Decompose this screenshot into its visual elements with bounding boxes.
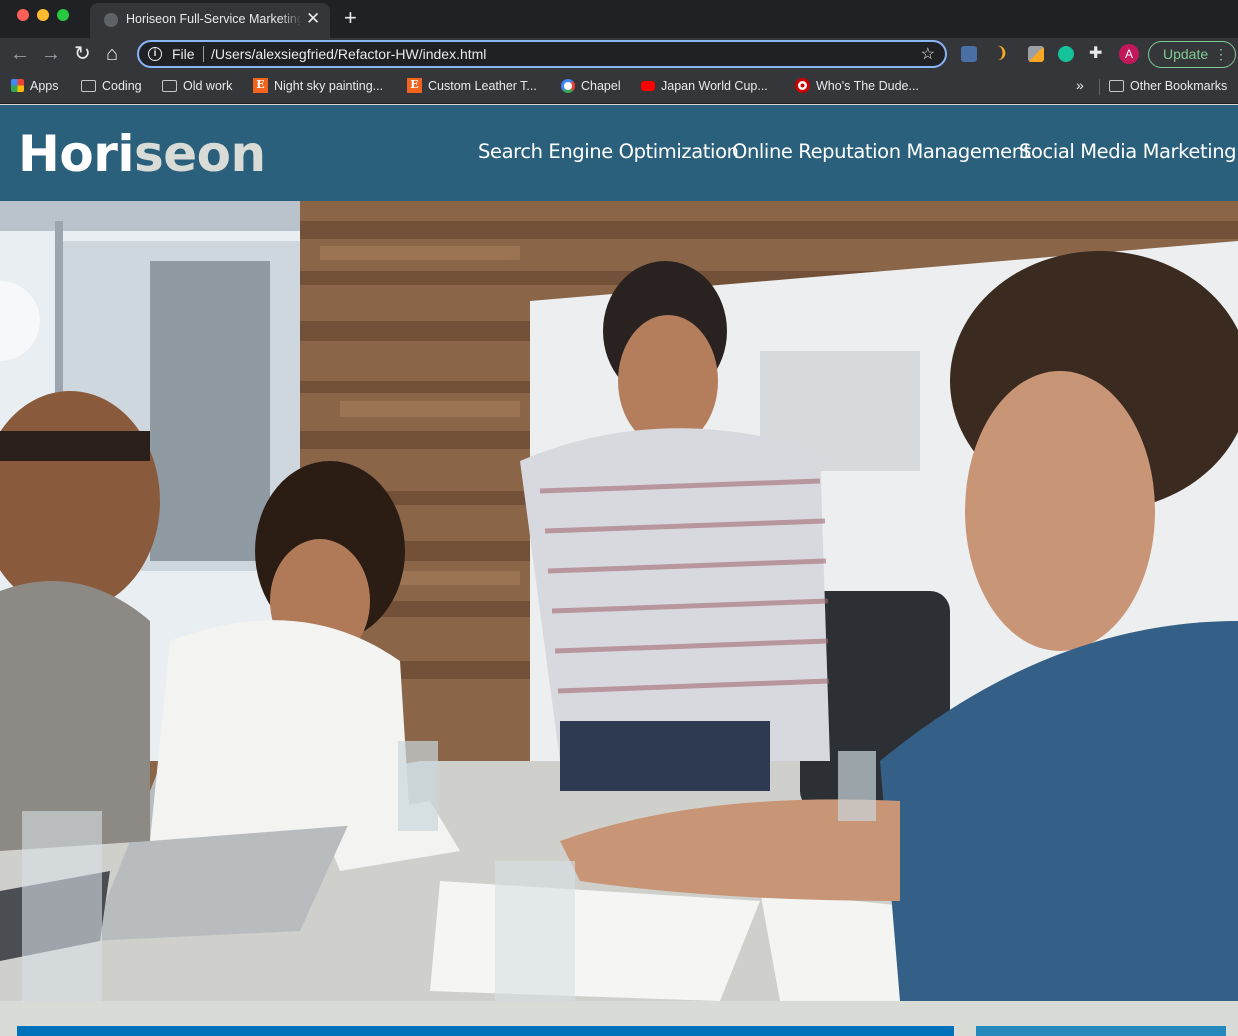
browser-tab-strip: Horiseon Full-Service Marketing ✕ + — [0, 0, 1238, 38]
site-logo[interactable]: Horiseon — [18, 125, 266, 183]
etsy-icon: E — [407, 78, 422, 94]
url-scheme: File — [172, 46, 195, 62]
grammarly-icon[interactable] — [1058, 46, 1074, 62]
nav-link-reputation[interactable]: Online Reputation Management — [732, 140, 1031, 163]
folder-icon — [162, 79, 177, 92]
bookmark-old-work[interactable]: Old work — [162, 78, 232, 96]
url-text[interactable]: /Users/alexsiegfried/Refactor-HW/index.h… — [211, 46, 486, 62]
sidebar-section — [976, 1026, 1226, 1036]
more-bookmarks-icon[interactable]: » — [1076, 77, 1084, 93]
folder-icon — [1109, 79, 1124, 92]
youtube-icon — [641, 80, 655, 91]
info-icon[interactable]: i — [148, 47, 162, 61]
extension-icon[interactable]: ❩ — [995, 46, 1011, 62]
close-window-button[interactable] — [17, 9, 29, 21]
etsy-icon: E — [253, 78, 268, 94]
forward-icon[interactable]: → — [41, 42, 61, 66]
google-icon — [561, 78, 575, 93]
hero-image — [0, 201, 1238, 1001]
nav-link-seo[interactable]: Search Engine Optimization — [478, 140, 739, 163]
bookmark-chapel[interactable]: Chapel — [561, 78, 621, 96]
back-icon[interactable]: ← — [10, 42, 30, 66]
bookmark-apps[interactable]: Apps — [11, 78, 59, 96]
puzzle-icon[interactable]: ✚ — [1089, 46, 1105, 62]
extension-icon[interactable] — [961, 46, 977, 62]
extension-icon[interactable] — [1028, 46, 1044, 62]
globe-icon — [104, 13, 118, 27]
bookmarks-bar: Apps Coding Old work E Night sky painting… — [0, 71, 1238, 104]
bookmark-coding[interactable]: Coding — [81, 78, 142, 96]
target-icon — [795, 78, 810, 94]
site-header: Horiseon Search Engine Optimization Onli… — [0, 105, 1238, 201]
browser-tab[interactable]: Horiseon Full-Service Marketing ✕ — [90, 3, 330, 38]
bookmark-star-icon[interactable]: ☆ — [921, 44, 935, 64]
bookmark-whos-the-dude[interactable]: Who's The Dude... — [795, 78, 919, 96]
tab-title: Horiseon Full-Service Marketing — [126, 12, 301, 26]
browser-toolbar: ← → ↻ ⌂ i File /Users/alexsiegfried/Refa… — [0, 38, 1238, 71]
more-icon: ⋮ — [1214, 46, 1228, 62]
folder-icon — [81, 79, 96, 92]
bookmark-other-bookmarks[interactable]: Other Bookmarks — [1109, 78, 1227, 96]
bookmark-custom-leather[interactable]: E Custom Leather T... — [407, 78, 537, 96]
maximize-window-button[interactable] — [57, 9, 69, 21]
new-tab-icon[interactable]: + — [344, 6, 357, 30]
nav-link-social-media[interactable]: Social Media Marketing — [1019, 140, 1237, 163]
meeting-photo — [0, 201, 1238, 1001]
update-button[interactable]: Update ⋮ — [1148, 41, 1236, 68]
avatar[interactable]: A — [1119, 44, 1139, 64]
address-bar[interactable]: i File /Users/alexsiegfried/Refactor-HW/… — [137, 40, 947, 68]
reload-icon[interactable]: ↻ — [74, 42, 91, 66]
content-section — [17, 1026, 954, 1036]
bookmark-japan-world-cup[interactable]: Japan World Cup... — [641, 78, 768, 96]
minimize-window-button[interactable] — [37, 9, 49, 21]
bookmark-night-sky[interactable]: E Night sky painting... — [253, 78, 383, 96]
apps-icon — [11, 79, 24, 93]
close-tab-icon[interactable]: ✕ — [306, 10, 320, 28]
home-icon[interactable]: ⌂ — [106, 42, 118, 66]
